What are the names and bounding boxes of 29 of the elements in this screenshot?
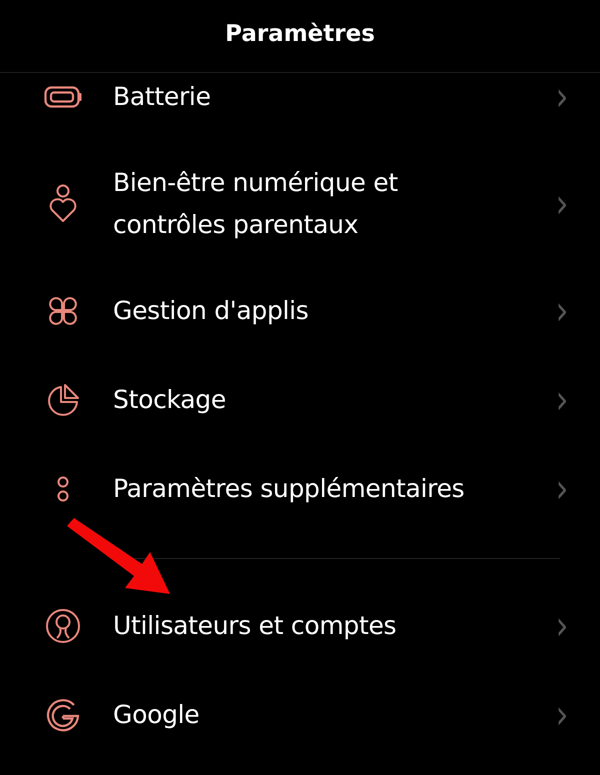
- pie-chart-icon: [46, 383, 80, 417]
- chevron-icon: ›: [556, 380, 568, 420]
- settings-item[interactable]: Bien-être numérique et contrôles parentaux ›: [0, 142, 600, 267]
- chevron-icon: ›: [556, 695, 568, 735]
- google-icon: [45, 697, 81, 733]
- chevron-icon: ›: [556, 184, 568, 224]
- chevron-icon: ›: [556, 469, 568, 509]
- chevron-icon: ›: [556, 77, 568, 117]
- item-label: Batterie: [113, 81, 212, 113]
- chevron-icon: ›: [556, 291, 568, 331]
- battery-icon: [44, 86, 82, 108]
- settings-item[interactable]: Stockage ›: [0, 356, 600, 445]
- settings-item[interactable]: Gestion d'applis ›: [0, 267, 600, 356]
- chevron-icon: ›: [556, 606, 568, 646]
- item-label: Paramètres supplémentaires: [113, 473, 466, 505]
- settings-item[interactable]: Google ›: [0, 671, 600, 760]
- item-label: Gestion d'applis: [113, 295, 310, 327]
- more-icon: [56, 474, 70, 504]
- item-label: Bien-être numérique et contrôles parentaux: [113, 167, 399, 241]
- item-label: Google: [113, 699, 200, 731]
- settings-item[interactable]: Utilisateurs et comptes ›: [0, 582, 600, 671]
- item-label: Stockage: [113, 384, 227, 416]
- person-heart-icon: [49, 184, 77, 224]
- settings-item[interactable]: Batterie ›: [0, 73, 600, 142]
- settings-item[interactable]: Paramètres supplémentaires ›: [0, 445, 600, 534]
- item-label: Utilisateurs et comptes: [113, 610, 398, 642]
- screen-title: Paramètres: [225, 20, 375, 48]
- apps-icon: [47, 295, 79, 327]
- user-icon: [45, 608, 81, 644]
